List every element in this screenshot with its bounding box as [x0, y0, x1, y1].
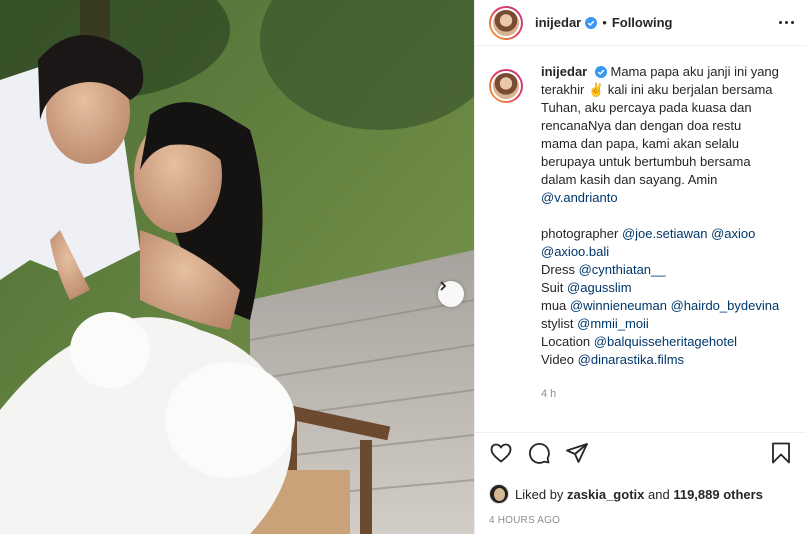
- more-options-icon[interactable]: [779, 15, 794, 30]
- post-photo-illustration: [0, 0, 474, 534]
- mention-link[interactable]: @dinarastika.films: [578, 352, 684, 367]
- mention-link[interactable]: @axioo: [711, 226, 755, 241]
- separator-dot: •: [602, 15, 607, 30]
- mention-link[interactable]: @joe.setiawan: [622, 226, 707, 241]
- mention-link[interactable]: @cynthiatan__: [579, 262, 666, 277]
- caption-line: terakhir ✌ kali ini aku berjalan bersama: [541, 82, 773, 97]
- verified-badge-icon: [585, 16, 598, 29]
- post-photo[interactable]: [0, 0, 474, 534]
- likes-summary: Liked by zaskia_gotix and 119,889 others: [489, 481, 793, 507]
- caption-text: inijedar Mama papa aku janji ini yang te…: [541, 63, 793, 432]
- caption-avatar[interactable]: [489, 69, 523, 103]
- caption-line: berupaya untuk bertumbuh bersama: [541, 154, 751, 169]
- credit-label: Location: [541, 334, 591, 349]
- credit-label: Suit: [541, 280, 564, 295]
- author-avatar[interactable]: [489, 5, 523, 40]
- caption-line: mama dan papa, kami akan selalu: [541, 136, 740, 151]
- post-header: inijedar • Following: [475, 0, 806, 46]
- likes-count-link[interactable]: 119,889 others: [673, 487, 763, 502]
- mention-link[interactable]: @balquisseheritagehotel: [594, 334, 737, 349]
- mention-link[interactable]: @v.andrianto: [541, 190, 618, 205]
- caption-time: 4 h: [541, 388, 557, 400]
- credit-label: photographer: [541, 226, 619, 241]
- next-photo-button[interactable]: [438, 281, 464, 307]
- caption-username[interactable]: inijedar: [541, 64, 587, 79]
- likes-and: and: [648, 486, 670, 502]
- caption-line: Tuhan, aku percaya pada kuasa dan: [541, 100, 752, 115]
- mention-link[interactable]: @mmii_moii: [577, 316, 649, 331]
- following-button[interactable]: Following: [612, 15, 673, 30]
- mention-link[interactable]: @winnieneuman: [570, 298, 667, 313]
- heart-icon[interactable]: [489, 441, 513, 465]
- chevron-right-icon: [440, 281, 447, 291]
- caption-line: Mama papa aku janji ini yang: [610, 64, 779, 79]
- credit-label: Video: [541, 352, 575, 367]
- mention-link[interactable]: @axioo.bali: [541, 244, 609, 259]
- liker-avatar[interactable]: [489, 484, 509, 504]
- liker-username[interactable]: zaskia_gotix: [567, 487, 644, 502]
- comment-icon[interactable]: [527, 441, 551, 465]
- credit-label: Dress: [541, 262, 575, 277]
- caption-line: dalam kasih dan sayang. Amin: [541, 172, 718, 187]
- paper-plane-icon[interactable]: [565, 441, 589, 465]
- likes-prefix: Liked by: [515, 486, 564, 502]
- caption-line: rencanaNya dan dengan doa restu: [541, 118, 742, 133]
- caption-section: inijedar Mama papa aku janji ini yang te…: [475, 47, 806, 432]
- credit-label: mua: [541, 298, 567, 313]
- bookmark-icon[interactable]: [769, 441, 793, 465]
- action-icons-row: [489, 433, 793, 473]
- verified-badge-icon: [594, 66, 607, 78]
- mention-link[interactable]: @agusslim: [567, 280, 632, 295]
- post-details-panel: inijedar • Following inijedar Mama papa …: [474, 0, 806, 534]
- post-timestamp: 4 HOURS AGO: [489, 515, 561, 526]
- mention-link[interactable]: @hairdo_bydevina: [671, 298, 780, 313]
- post-actions: Liked by zaskia_gotix and 119,889 others…: [475, 432, 806, 526]
- credit-label: stylist: [541, 316, 574, 331]
- author-username[interactable]: inijedar: [535, 15, 581, 30]
